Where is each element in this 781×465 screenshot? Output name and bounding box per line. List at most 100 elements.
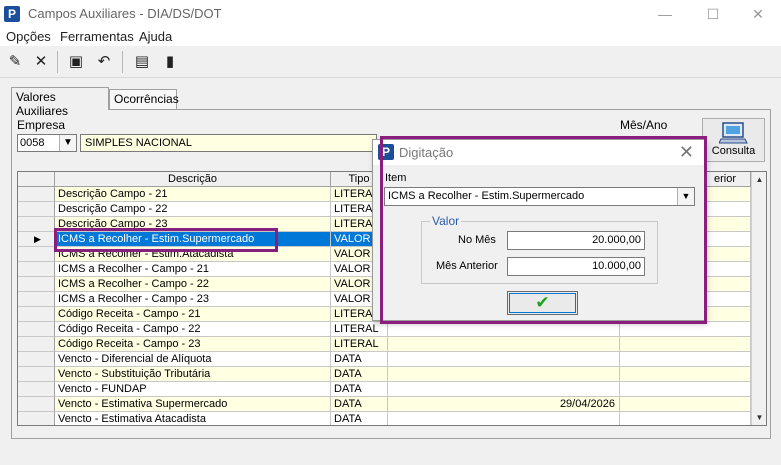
row-indicator bbox=[18, 202, 55, 217]
exit-icon[interactable]: ▮ bbox=[158, 50, 182, 74]
cell-valor[interactable] bbox=[388, 412, 620, 425]
row-indicator: ▶ bbox=[18, 232, 55, 247]
item-select[interactable]: ICMS a Recolher - Estim.Supermercado ▼ bbox=[384, 187, 695, 206]
cell-descricao[interactable]: Descrição Campo - 21 bbox=[55, 187, 331, 202]
cell-tipo[interactable]: LITERAL bbox=[331, 322, 388, 337]
dropdown-arrow-icon[interactable]: ▼ bbox=[59, 135, 76, 151]
grid-header-descricao[interactable]: Descrição bbox=[55, 172, 331, 187]
toolbar-separator bbox=[57, 51, 58, 73]
toolbar: ✎ ✕ ▣ ↶ ▤ ▮ bbox=[0, 46, 781, 78]
cell-valor[interactable] bbox=[388, 322, 620, 337]
delete-icon[interactable]: ✕ bbox=[29, 50, 53, 74]
checkmark-icon: ✔ bbox=[535, 293, 550, 312]
title-bar: P Campos Auxiliares - DIA/DS/DOT — ☐ ✕ bbox=[0, 0, 781, 28]
row-indicator bbox=[18, 322, 55, 337]
cell-descricao[interactable]: Vencto - FUNDAP bbox=[55, 382, 331, 397]
cell-anterior[interactable] bbox=[620, 412, 751, 425]
cell-tipo[interactable]: DATA bbox=[331, 397, 388, 412]
selected-row-highlight bbox=[54, 228, 278, 252]
table-row[interactable]: Código Receita - Campo - 22 LITERAL bbox=[18, 322, 751, 337]
cell-descricao[interactable]: Código Receita - Campo - 23 bbox=[55, 337, 331, 352]
row-indicator bbox=[18, 367, 55, 382]
vertical-scrollbar[interactable]: ▲ ▼ bbox=[751, 172, 766, 425]
row-indicator bbox=[18, 262, 55, 277]
table-row[interactable]: Vencto - FUNDAP DATA bbox=[18, 382, 751, 397]
toolbar-separator bbox=[122, 51, 123, 73]
scroll-down-icon[interactable]: ▼ bbox=[752, 410, 766, 425]
cell-anterior[interactable] bbox=[620, 352, 751, 367]
cell-descricao[interactable]: Vencto - Estimativa Supermercado bbox=[55, 397, 331, 412]
empresa-code-select[interactable]: 0058 ▼ bbox=[17, 134, 77, 152]
cell-tipo[interactable]: LITERAL bbox=[331, 337, 388, 352]
menu-opcoes[interactable]: Opções bbox=[6, 29, 51, 44]
cell-descricao[interactable]: ICMS a Recolher - Campo - 22 bbox=[55, 277, 331, 292]
row-indicator bbox=[18, 382, 55, 397]
empresa-label: Empresa bbox=[17, 118, 66, 132]
window-title: Campos Auxiliares - DIA/DS/DOT bbox=[28, 6, 222, 21]
cell-tipo[interactable]: DATA bbox=[331, 412, 388, 425]
minimize-button[interactable]: — bbox=[642, 0, 688, 28]
row-indicator bbox=[18, 247, 55, 262]
table-row[interactable]: Código Receita - Campo - 23 LITERAL bbox=[18, 337, 751, 352]
cell-anterior[interactable] bbox=[620, 337, 751, 352]
dropdown-arrow-icon[interactable]: ▼ bbox=[677, 188, 694, 205]
cell-valor[interactable] bbox=[388, 367, 620, 382]
cell-descricao[interactable]: Vencto - Substituição Tributária bbox=[55, 367, 331, 382]
cell-valor[interactable]: 29/04/2026 bbox=[388, 397, 620, 412]
grid-header-indicator bbox=[18, 172, 55, 187]
cell-tipo[interactable]: DATA bbox=[331, 352, 388, 367]
table-row[interactable]: Vencto - Estimativa Atacadista DATA bbox=[18, 412, 751, 425]
cell-descricao[interactable]: Vencto - Diferencial de Alíquota bbox=[55, 352, 331, 367]
cell-descricao[interactable]: Código Receita - Campo - 22 bbox=[55, 322, 331, 337]
menu-ferramentas[interactable]: Ferramentas bbox=[60, 29, 134, 44]
cell-valor[interactable] bbox=[388, 382, 620, 397]
no-mes-label: No Mês bbox=[458, 234, 496, 246]
row-indicator bbox=[18, 292, 55, 307]
empresa-name-field: SIMPLES NACIONAL bbox=[80, 134, 377, 152]
maximize-button[interactable]: ☐ bbox=[690, 0, 736, 28]
cell-anterior[interactable] bbox=[620, 397, 751, 412]
valor-group-title: Valor bbox=[430, 214, 462, 228]
app-icon: P bbox=[4, 6, 20, 22]
cell-tipo[interactable]: DATA bbox=[331, 367, 388, 382]
cell-anterior[interactable] bbox=[620, 322, 751, 337]
undo-icon[interactable]: ↶ bbox=[92, 50, 116, 74]
table-row[interactable]: Vencto - Diferencial de Alíquota DATA bbox=[18, 352, 751, 367]
cell-anterior[interactable] bbox=[620, 367, 751, 382]
consulta-label: Consulta bbox=[711, 145, 756, 157]
row-indicator bbox=[18, 187, 55, 202]
cell-tipo[interactable]: DATA bbox=[331, 382, 388, 397]
cell-descricao[interactable]: Vencto - Estimativa Atacadista bbox=[55, 412, 331, 425]
mes-ano-label: Mês/Ano bbox=[620, 118, 668, 132]
no-mes-field[interactable]: 20.000,00 bbox=[507, 231, 645, 250]
row-indicator bbox=[18, 397, 55, 412]
cell-anterior[interactable] bbox=[620, 382, 751, 397]
consulta-button[interactable]: Consulta bbox=[702, 118, 765, 162]
cell-descricao[interactable]: ICMS a Recolher - Campo - 23 bbox=[55, 292, 331, 307]
cell-descricao[interactable]: ICMS a Recolher - Campo - 21 bbox=[55, 262, 331, 277]
table-row[interactable]: Vencto - Substituição Tributária DATA bbox=[18, 367, 751, 382]
tab-valores-auxiliares[interactable]: Valores Auxiliares bbox=[11, 87, 109, 118]
menu-bar: Opções Ferramentas Ajuda bbox=[0, 28, 781, 46]
table-row[interactable]: Vencto - Estimativa Supermercado DATA 29/0… bbox=[18, 397, 751, 412]
scroll-up-icon[interactable]: ▲ bbox=[752, 172, 766, 187]
item-label: Item bbox=[385, 172, 407, 184]
report-icon[interactable]: ▤ bbox=[130, 50, 154, 74]
mes-anterior-field[interactable]: 10.000,00 bbox=[507, 257, 645, 276]
edit-icon[interactable]: ✎ bbox=[3, 50, 27, 74]
computer-icon bbox=[717, 121, 749, 145]
menu-ajuda[interactable]: Ajuda bbox=[139, 29, 172, 44]
cell-descricao[interactable]: Descrição Campo - 22 bbox=[55, 202, 331, 217]
row-indicator bbox=[18, 412, 55, 425]
save-icon[interactable]: ▣ bbox=[64, 50, 88, 74]
tab-ocorrencias[interactable]: Ocorrências bbox=[109, 89, 179, 109]
close-button[interactable]: ✕ bbox=[735, 0, 781, 28]
cell-valor[interactable] bbox=[388, 337, 620, 352]
item-select-value: ICMS a Recolher - Estim.Supermercado bbox=[388, 190, 585, 202]
cell-descricao[interactable]: Código Receita - Campo - 21 bbox=[55, 307, 331, 322]
cell-valor[interactable] bbox=[388, 352, 620, 367]
row-indicator bbox=[18, 337, 55, 352]
mes-anterior-label: Mês Anterior bbox=[436, 260, 498, 272]
confirm-button[interactable]: ✔ bbox=[507, 291, 578, 315]
row-indicator bbox=[18, 217, 55, 232]
